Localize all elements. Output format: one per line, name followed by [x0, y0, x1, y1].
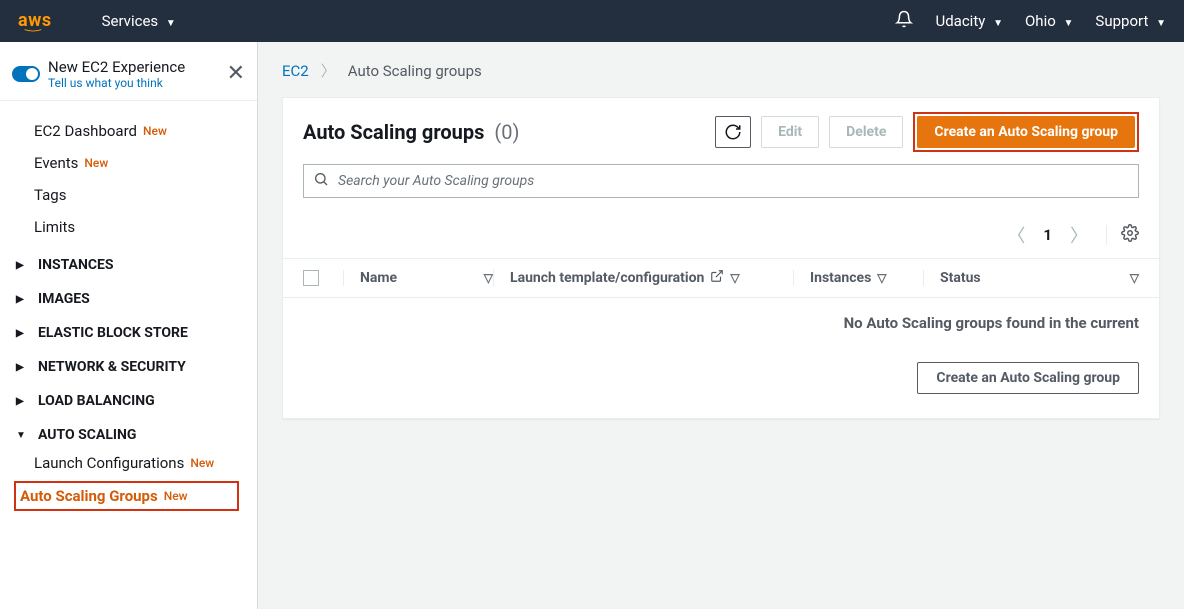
refresh-button[interactable] [715, 116, 751, 148]
services-menu[interactable]: Services ▼ [102, 12, 176, 30]
breadcrumb-current: Auto Scaling groups [348, 62, 482, 80]
sort-icon: ▽ [730, 271, 739, 285]
services-label: Services [102, 12, 159, 30]
sort-icon: ▽ [484, 271, 493, 285]
sidebar-section-images[interactable]: ▶ IMAGES [16, 277, 241, 311]
column-header-status[interactable]: Status ▽ [923, 270, 1139, 286]
chevron-right-icon: ▶ [16, 328, 26, 339]
content-area: EC2 〉 Auto Scaling groups Auto Scaling g… [258, 42, 1184, 609]
panel-count: (0) [494, 120, 519, 144]
new-badge: New [190, 456, 214, 470]
column-label: Launch template/configuration [510, 270, 704, 286]
new-badge: New [143, 124, 167, 138]
edit-button[interactable]: Edit [761, 116, 819, 148]
sidebar-section-load-balancing[interactable]: ▶ LOAD BALANCING [16, 379, 241, 413]
sidebar-item-launch-configurations[interactable]: Launch Configurations New [16, 447, 241, 479]
next-page-button[interactable]: 〉 [1066, 220, 1092, 250]
section-label: ELASTIC BLOCK STORE [38, 325, 188, 341]
sidebar-item-limits[interactable]: Limits [16, 211, 241, 243]
sidebar-section-network-security[interactable]: ▶ NETWORK & SECURITY [16, 345, 241, 379]
sort-icon: ▽ [1130, 271, 1139, 285]
sidebar-item-ec2-dashboard[interactable]: EC2 Dashboard New [16, 115, 241, 147]
new-experience-banner: New EC2 Experience Tell us what you thin… [0, 42, 257, 101]
section-label: NETWORK & SECURITY [38, 359, 186, 375]
aws-logo-smile-icon [18, 29, 48, 32]
page-number: 1 [1043, 226, 1052, 244]
create-button-highlight: Create an Auto Scaling group [913, 112, 1139, 152]
chevron-right-icon: 〉 [321, 60, 336, 81]
breadcrumb-root-link[interactable]: EC2 [282, 62, 309, 80]
notifications-icon[interactable] [895, 10, 913, 32]
section-label: INSTANCES [38, 257, 113, 273]
support-menu[interactable]: Support ▼ [1095, 12, 1166, 30]
select-all-checkbox[interactable] [303, 270, 319, 286]
top-navbar: aws Services ▼ Udacity ▼ Ohio ▼ Support … [0, 0, 1184, 42]
sidebar-item-tags[interactable]: Tags [16, 179, 241, 211]
sidebar: New EC2 Experience Tell us what you thin… [0, 42, 258, 609]
chevron-right-icon: ▶ [16, 260, 26, 271]
empty-state-message: No Auto Scaling groups found in the curr… [283, 298, 1159, 362]
panel-title: Auto Scaling groups [303, 120, 484, 144]
sidebar-item-label: Launch Configurations [34, 454, 184, 472]
create-auto-scaling-group-button[interactable]: Create an Auto Scaling group [917, 116, 1135, 148]
support-label: Support [1095, 12, 1148, 30]
sidebar-item-label: EC2 Dashboard [34, 122, 137, 140]
sidebar-item-auto-scaling-groups[interactable]: Auto Scaling Groups New [20, 487, 233, 505]
chevron-down-icon: ▼ [16, 430, 26, 441]
table-header-row: Name ▽ Launch template/configuration ▽ I… [283, 258, 1159, 298]
new-badge: New [164, 489, 188, 503]
aws-logo-text: aws [18, 10, 52, 31]
section-label: LOAD BALANCING [38, 393, 155, 409]
caret-down-icon: ▼ [166, 18, 176, 29]
column-label: Name [360, 270, 397, 286]
breadcrumb: EC2 〉 Auto Scaling groups [282, 60, 1160, 81]
account-label: Udacity [935, 12, 985, 30]
refresh-icon [724, 123, 742, 141]
experience-feedback-link[interactable]: Tell us what you think [48, 76, 219, 90]
experience-title: New EC2 Experience [48, 58, 219, 76]
close-icon[interactable]: ✕ [227, 63, 245, 85]
experience-toggle[interactable] [12, 66, 40, 82]
column-header-launch-template[interactable]: Launch template/configuration ▽ [493, 269, 793, 287]
sidebar-section-auto-scaling[interactable]: ▼ AUTO SCALING [16, 413, 241, 447]
caret-down-icon: ▼ [1156, 18, 1166, 29]
sidebar-item-label: Events [34, 154, 78, 172]
column-label: Status [940, 270, 981, 286]
gear-icon [1121, 224, 1139, 242]
region-label: Ohio [1025, 12, 1056, 30]
sidebar-item-selected-highlight: Auto Scaling Groups New [14, 481, 239, 511]
caret-down-icon: ▼ [1064, 18, 1074, 29]
settings-button[interactable] [1121, 224, 1139, 246]
search-icon [313, 171, 329, 191]
chevron-right-icon: ▶ [16, 362, 26, 373]
sidebar-section-ebs[interactable]: ▶ ELASTIC BLOCK STORE [16, 311, 241, 345]
pagination: 〈 1 〉 [283, 208, 1159, 258]
create-auto-scaling-group-empty-button[interactable]: Create an Auto Scaling group [917, 362, 1139, 394]
auto-scaling-groups-panel: Auto Scaling groups (0) Edit Delete Crea… [282, 97, 1160, 419]
external-link-icon [710, 269, 724, 287]
sidebar-section-instances[interactable]: ▶ INSTANCES [16, 243, 241, 277]
section-label: AUTO SCALING [38, 427, 136, 443]
column-label: Instances [810, 270, 871, 286]
search-input[interactable] [303, 164, 1139, 198]
column-header-name[interactable]: Name ▽ [343, 270, 493, 286]
chevron-right-icon: ▶ [16, 396, 26, 407]
caret-down-icon: ▼ [993, 18, 1003, 29]
prev-page-button[interactable]: 〈 [1003, 220, 1029, 250]
sidebar-item-label: Limits [34, 218, 75, 236]
aws-logo[interactable]: aws [18, 10, 52, 32]
delete-button[interactable]: Delete [829, 116, 903, 148]
sidebar-item-events[interactable]: Events New [16, 147, 241, 179]
column-header-instances[interactable]: Instances ▽ [793, 270, 923, 286]
section-label: IMAGES [38, 291, 90, 307]
sort-icon: ▽ [877, 271, 886, 285]
account-menu[interactable]: Udacity ▼ [935, 12, 1003, 30]
sidebar-item-label: Tags [34, 186, 66, 204]
chevron-right-icon: ▶ [16, 294, 26, 305]
region-menu[interactable]: Ohio ▼ [1025, 12, 1073, 30]
new-badge: New [84, 156, 108, 170]
sidebar-item-label: Auto Scaling Groups [20, 487, 158, 505]
